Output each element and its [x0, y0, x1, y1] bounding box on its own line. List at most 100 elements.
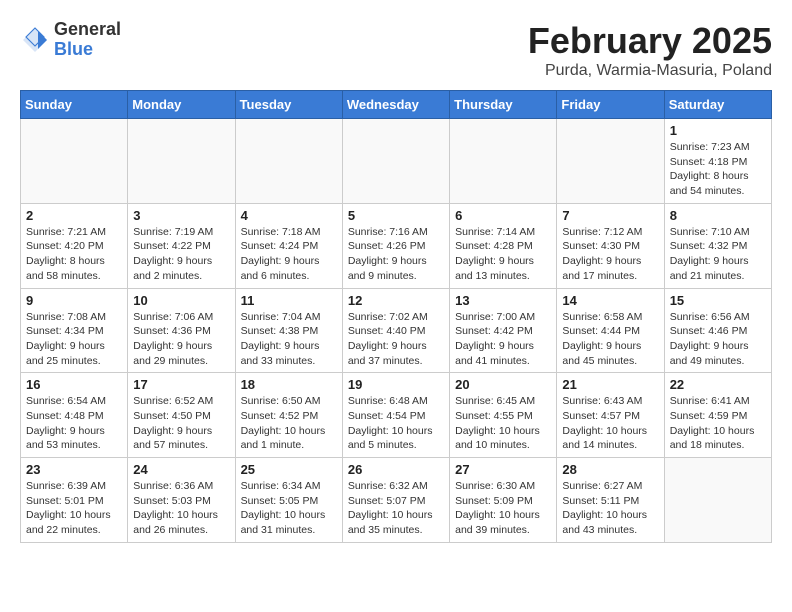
calendar-cell: 13 Sunrise: 7:00 AM Sunset: 4:42 PM Dayli… — [450, 288, 557, 373]
month-title: February 2025 — [528, 20, 772, 62]
day-info: Sunrise: 7:02 AM Sunset: 4:40 PM Dayligh… — [348, 310, 444, 369]
calendar-week-row: 2 Sunrise: 7:21 AM Sunset: 4:20 PM Daylig… — [21, 203, 772, 288]
day-number: 18 — [241, 377, 337, 392]
calendar-cell: 5 Sunrise: 7:16 AM Sunset: 4:26 PM Daylig… — [342, 203, 449, 288]
weekday-header: Friday — [557, 91, 664, 119]
calendar-cell: 18 Sunrise: 6:50 AM Sunset: 4:52 PM Dayli… — [235, 373, 342, 458]
day-info: Sunrise: 6:45 AM Sunset: 4:55 PM Dayligh… — [455, 394, 551, 453]
day-number: 11 — [241, 293, 337, 308]
day-number: 10 — [133, 293, 229, 308]
calendar-cell: 16 Sunrise: 6:54 AM Sunset: 4:48 PM Dayli… — [21, 373, 128, 458]
calendar-week-row: 23 Sunrise: 6:39 AM Sunset: 5:01 PM Dayli… — [21, 458, 772, 543]
calendar-cell — [128, 119, 235, 204]
calendar-cell: 24Sunrise: 6:36 AM Sunset: 5:03 PM Dayli… — [128, 458, 235, 543]
day-number: 28 — [562, 462, 658, 477]
logo-general-text: General — [54, 19, 121, 39]
logo: General Blue — [20, 20, 121, 60]
day-number: 4 — [241, 208, 337, 223]
day-number: 20 — [455, 377, 551, 392]
day-number: 5 — [348, 208, 444, 223]
day-info: Sunrise: 7:12 AM Sunset: 4:30 PM Dayligh… — [562, 225, 658, 284]
calendar-cell: 11 Sunrise: 7:04 AM Sunset: 4:38 PM Dayli… — [235, 288, 342, 373]
day-number: 13 — [455, 293, 551, 308]
calendar-cell: 20 Sunrise: 6:45 AM Sunset: 4:55 PM Dayli… — [450, 373, 557, 458]
calendar-cell: 22 Sunrise: 6:41 AM Sunset: 4:59 PM Dayli… — [664, 373, 771, 458]
calendar-cell: 6 Sunrise: 7:14 AM Sunset: 4:28 PM Daylig… — [450, 203, 557, 288]
calendar-cell: 1 Sunrise: 7:23 AM Sunset: 4:18 PM Daylig… — [664, 119, 771, 204]
day-number: 14 — [562, 293, 658, 308]
day-info: Sunrise: 6:52 AM Sunset: 4:50 PM Dayligh… — [133, 394, 229, 453]
day-info: Sunrise: 6:41 AM Sunset: 4:59 PM Dayligh… — [670, 394, 766, 453]
calendar-cell: 7 Sunrise: 7:12 AM Sunset: 4:30 PM Daylig… — [557, 203, 664, 288]
page-header: General Blue February 2025 Purda, Warmia… — [20, 20, 772, 80]
day-info: Sunrise: 7:06 AM Sunset: 4:36 PM Dayligh… — [133, 310, 229, 369]
day-number: 12 — [348, 293, 444, 308]
weekday-header: Monday — [128, 91, 235, 119]
calendar-cell — [557, 119, 664, 204]
day-info: Sunrise: 7:18 AM Sunset: 4:24 PM Dayligh… — [241, 225, 337, 284]
weekday-header: Thursday — [450, 91, 557, 119]
day-number: 25 — [241, 462, 337, 477]
day-number: 17 — [133, 377, 229, 392]
calendar-cell: 25Sunrise: 6:34 AM Sunset: 5:05 PM Dayli… — [235, 458, 342, 543]
day-info: Sunrise: 6:58 AM Sunset: 4:44 PM Dayligh… — [562, 310, 658, 369]
calendar-cell: 4 Sunrise: 7:18 AM Sunset: 4:24 PM Daylig… — [235, 203, 342, 288]
calendar-cell: 17 Sunrise: 6:52 AM Sunset: 4:50 PM Dayli… — [128, 373, 235, 458]
day-number: 23 — [26, 462, 122, 477]
calendar-cell — [664, 458, 771, 543]
calendar-cell: 28 Sunrise: 6:27 AM Sunset: 5:11 PM Dayli… — [557, 458, 664, 543]
calendar-cell — [342, 119, 449, 204]
day-number: 7 — [562, 208, 658, 223]
calendar-cell: 3Sunrise: 7:19 AM Sunset: 4:22 PM Daylig… — [128, 203, 235, 288]
day-number: 2 — [26, 208, 122, 223]
day-number: 21 — [562, 377, 658, 392]
day-number: 8 — [670, 208, 766, 223]
calendar-cell: 23 Sunrise: 6:39 AM Sunset: 5:01 PM Dayli… — [21, 458, 128, 543]
day-info: Sunrise: 7:08 AM Sunset: 4:34 PM Dayligh… — [26, 310, 122, 369]
calendar-cell: 12 Sunrise: 7:02 AM Sunset: 4:40 PM Dayli… — [342, 288, 449, 373]
day-number: 9 — [26, 293, 122, 308]
calendar-cell — [235, 119, 342, 204]
calendar-cell: 8 Sunrise: 7:10 AM Sunset: 4:32 PM Daylig… — [664, 203, 771, 288]
day-info: Sunrise: 6:36 AM Sunset: 5:03 PM Dayligh… — [133, 479, 229, 538]
day-info: Sunrise: 7:10 AM Sunset: 4:32 PM Dayligh… — [670, 225, 766, 284]
day-info: Sunrise: 6:30 AM Sunset: 5:09 PM Dayligh… — [455, 479, 551, 538]
calendar-cell: 14 Sunrise: 6:58 AM Sunset: 4:44 PM Dayli… — [557, 288, 664, 373]
day-number: 6 — [455, 208, 551, 223]
day-number: 22 — [670, 377, 766, 392]
day-number: 19 — [348, 377, 444, 392]
calendar-cell — [450, 119, 557, 204]
day-number: 27 — [455, 462, 551, 477]
weekday-header: Wednesday — [342, 91, 449, 119]
day-info: Sunrise: 7:21 AM Sunset: 4:20 PM Dayligh… — [26, 225, 122, 284]
logo-icon — [20, 25, 50, 55]
day-info: Sunrise: 7:23 AM Sunset: 4:18 PM Dayligh… — [670, 140, 766, 199]
calendar-week-row: 9 Sunrise: 7:08 AM Sunset: 4:34 PM Daylig… — [21, 288, 772, 373]
day-info: Sunrise: 6:50 AM Sunset: 4:52 PM Dayligh… — [241, 394, 337, 453]
calendar-table: SundayMondayTuesdayWednesdayThursdayFrid… — [20, 90, 772, 543]
calendar-cell: 27 Sunrise: 6:30 AM Sunset: 5:09 PM Dayli… — [450, 458, 557, 543]
day-info: Sunrise: 6:56 AM Sunset: 4:46 PM Dayligh… — [670, 310, 766, 369]
calendar-cell: 9 Sunrise: 7:08 AM Sunset: 4:34 PM Daylig… — [21, 288, 128, 373]
day-info: Sunrise: 7:16 AM Sunset: 4:26 PM Dayligh… — [348, 225, 444, 284]
weekday-header: Tuesday — [235, 91, 342, 119]
day-info: Sunrise: 6:39 AM Sunset: 5:01 PM Dayligh… — [26, 479, 122, 538]
day-info: Sunrise: 6:48 AM Sunset: 4:54 PM Dayligh… — [348, 394, 444, 453]
day-number: 1 — [670, 123, 766, 138]
day-info: Sunrise: 7:14 AM Sunset: 4:28 PM Dayligh… — [455, 225, 551, 284]
day-info: Sunrise: 6:54 AM Sunset: 4:48 PM Dayligh… — [26, 394, 122, 453]
calendar-cell: 2 Sunrise: 7:21 AM Sunset: 4:20 PM Daylig… — [21, 203, 128, 288]
calendar-cell: 21Sunrise: 6:43 AM Sunset: 4:57 PM Dayli… — [557, 373, 664, 458]
weekday-header: Saturday — [664, 91, 771, 119]
day-info: Sunrise: 6:27 AM Sunset: 5:11 PM Dayligh… — [562, 479, 658, 538]
calendar-cell: 19 Sunrise: 6:48 AM Sunset: 4:54 PM Dayli… — [342, 373, 449, 458]
day-info: Sunrise: 7:04 AM Sunset: 4:38 PM Dayligh… — [241, 310, 337, 369]
day-number: 16 — [26, 377, 122, 392]
calendar-cell: 15Sunrise: 6:56 AM Sunset: 4:46 PM Dayli… — [664, 288, 771, 373]
location-text: Purda, Warmia-Masuria, Poland — [528, 62, 772, 80]
title-block: February 2025 Purda, Warmia-Masuria, Pol… — [528, 20, 772, 80]
day-info: Sunrise: 7:19 AM Sunset: 4:22 PM Dayligh… — [133, 225, 229, 284]
calendar-cell: 10 Sunrise: 7:06 AM Sunset: 4:36 PM Dayli… — [128, 288, 235, 373]
logo-blue-text: Blue — [54, 39, 93, 59]
day-info: Sunrise: 7:00 AM Sunset: 4:42 PM Dayligh… — [455, 310, 551, 369]
